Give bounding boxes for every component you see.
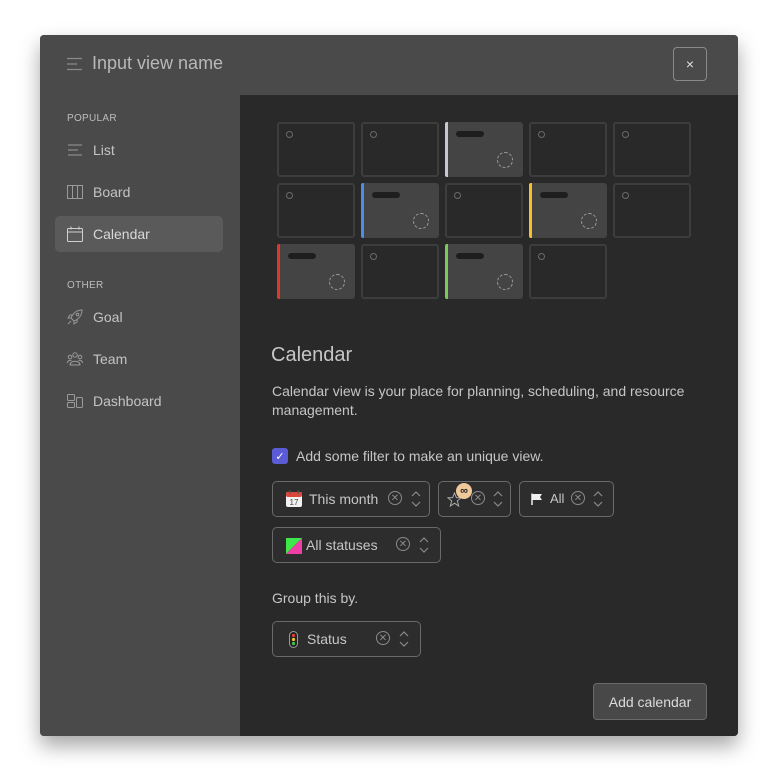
section-label-popular: POPULAR (67, 113, 117, 124)
event-color-stripe (445, 244, 448, 299)
menu-lines-icon (67, 57, 82, 71)
calendar-preview-event-cell (445, 244, 523, 299)
view-type-title: Calendar (271, 344, 353, 366)
sidebar-item-label: Board (93, 184, 131, 200)
event-color-stripe (445, 122, 448, 177)
sidebar-item-label: Calendar (93, 226, 150, 242)
event-color-stripe (277, 244, 280, 299)
filter-date-label: This month (309, 491, 379, 507)
infinity-badge: ∞ (456, 483, 472, 499)
dashed-avatar-icon (497, 274, 513, 290)
chevron-updown-icon (593, 491, 603, 507)
chevron-updown-icon (419, 537, 429, 553)
calendar-preview-day-cell (613, 183, 691, 238)
calendar-preview-event-cell (277, 244, 355, 299)
dashed-avatar-icon (329, 274, 345, 290)
dashboard-icon (67, 394, 83, 408)
day-dot-icon (538, 253, 545, 260)
calendar-emoji-icon: 17 (286, 490, 302, 507)
sidebar-item-list[interactable]: List (55, 132, 223, 168)
board-columns-icon (67, 185, 83, 199)
chevron-updown-icon (411, 491, 421, 507)
group-by-select[interactable]: Status ✕ (272, 621, 421, 657)
filter-checkbox[interactable]: ✓ (272, 448, 288, 464)
chevron-updown-icon (399, 631, 409, 647)
list-icon (68, 144, 82, 156)
dashed-avatar-icon (497, 152, 513, 168)
calendar-icon (67, 226, 83, 242)
sidebar-item-dashboard[interactable]: Dashboard (55, 383, 223, 419)
filter-flag-select[interactable]: All ✕ (519, 481, 614, 517)
traffic-light-icon (289, 631, 298, 648)
calendar-preview-event-cell (529, 183, 607, 238)
calendar-preview-day-cell (361, 122, 439, 177)
main-panel: Calendar Calendar view is your place for… (240, 95, 738, 736)
day-dot-icon (286, 192, 293, 199)
filter-checkbox-label: Add some filter to make an unique view. (296, 448, 544, 464)
chevron-updown-icon (493, 491, 503, 507)
sidebar: POPULAR List Board Calendar OTHER Goal T… (40, 95, 240, 736)
sidebar-item-team[interactable]: Team (55, 341, 223, 377)
sidebar-item-board[interactable]: Board (55, 174, 223, 210)
clear-icon[interactable]: ✕ (388, 491, 402, 505)
flag-icon (531, 493, 542, 505)
filter-flag-label: All (550, 491, 565, 506)
sidebar-item-label: Dashboard (93, 393, 162, 409)
calendar-preview-day-cell (361, 244, 439, 299)
day-dot-icon (538, 131, 545, 138)
day-dot-icon (370, 131, 377, 138)
calendar-preview-day-cell (529, 122, 607, 177)
event-title-placeholder (456, 131, 484, 137)
svg-text:17: 17 (290, 498, 299, 507)
event-title-placeholder (540, 192, 568, 198)
sidebar-item-goal[interactable]: Goal (55, 299, 223, 335)
calendar-preview-day-cell (277, 122, 355, 177)
filter-priority-select[interactable]: ∞ ✕ (438, 481, 511, 517)
group-by-label-value: Status (307, 631, 347, 647)
event-color-stripe (361, 183, 364, 238)
day-dot-icon (454, 192, 461, 199)
team-icon (67, 352, 83, 366)
view-type-description: Calendar view is your place for planning… (272, 383, 685, 418)
filter-status-select[interactable]: All statuses ✕ (272, 527, 441, 563)
calendar-preview-event-cell (445, 122, 523, 177)
day-dot-icon (286, 131, 293, 138)
group-by-label: Group this by. (272, 590, 359, 606)
modal-header: Input view name × (40, 35, 738, 95)
sidebar-item-label: Goal (93, 309, 123, 325)
filter-checkbox-row[interactable]: ✓ Add some filter to make an unique view… (272, 448, 543, 464)
section-label-other: OTHER (67, 280, 104, 291)
status-swatch-icon (286, 538, 302, 554)
sidebar-item-label: Team (93, 351, 128, 367)
calendar-preview-event-cell (361, 183, 439, 238)
event-color-stripe (529, 183, 532, 238)
filter-status-label: All statuses (306, 537, 378, 553)
calendar-preview-day-cell (529, 244, 607, 299)
clear-icon[interactable]: ✕ (471, 491, 485, 505)
clear-icon[interactable]: ✕ (571, 491, 585, 505)
dashed-avatar-icon (581, 213, 597, 229)
calendar-preview-day-cell (445, 183, 523, 238)
calendar-preview-day-cell (277, 183, 355, 238)
clear-icon[interactable]: ✕ (376, 631, 390, 645)
create-view-modal: Input view name × POPULAR List Board Cal… (40, 35, 738, 736)
event-title-placeholder (372, 192, 400, 198)
close-button[interactable]: × (673, 47, 707, 81)
calendar-preview-day-cell (613, 122, 691, 177)
checkmark-icon: ✓ (275, 450, 285, 463)
rocket-icon (67, 309, 83, 325)
view-name-input[interactable]: Input view name (92, 53, 223, 74)
day-dot-icon (370, 253, 377, 260)
dashed-avatar-icon (413, 213, 429, 229)
event-title-placeholder (456, 253, 484, 259)
day-dot-icon (622, 131, 629, 138)
sidebar-item-label: List (93, 142, 115, 158)
sidebar-item-calendar[interactable]: Calendar (55, 216, 223, 252)
event-title-placeholder (288, 253, 316, 259)
add-calendar-button[interactable]: Add calendar (593, 683, 707, 720)
filter-date-select[interactable]: 17 This month ✕ (272, 481, 430, 517)
clear-icon[interactable]: ✕ (396, 537, 410, 551)
day-dot-icon (622, 192, 629, 199)
